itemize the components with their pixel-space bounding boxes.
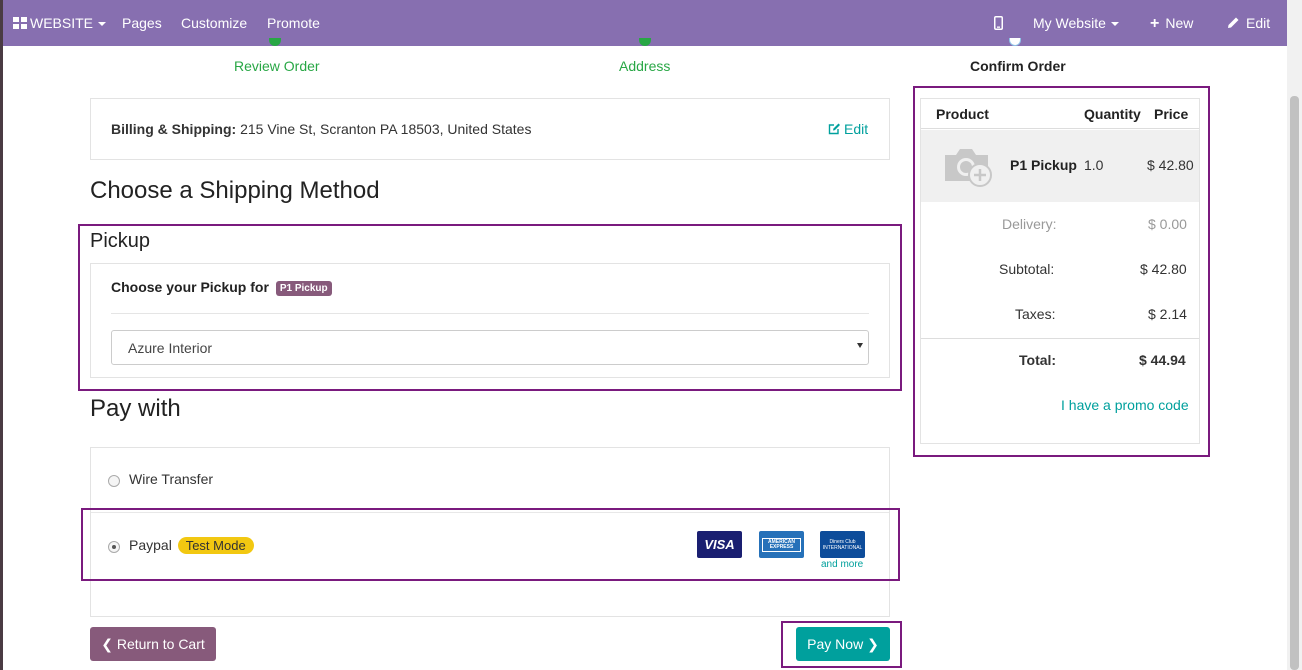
step-address[interactable]: Address <box>619 58 670 74</box>
edit-address-label: Edit <box>844 121 869 137</box>
menu-pages[interactable]: Pages <box>122 0 162 46</box>
subtotal-label: Subtotal: <box>999 261 1055 277</box>
pickup-title: Pickup <box>90 230 151 252</box>
product-badge: P1 Pickup <box>275 280 332 296</box>
diners-card-icon: Diners Club INTERNATIONAL <box>820 531 865 558</box>
edit-button[interactable]: Edit <box>1227 0 1270 46</box>
wire-transfer-radio[interactable] <box>108 475 120 487</box>
wire-transfer-label: Wire Transfer <box>129 471 214 487</box>
return-to-cart-button[interactable]: ❮ Return to Cart <box>90 627 216 661</box>
website-menu-label: WEBSITE <box>30 15 94 31</box>
step-review-order[interactable]: Review Order <box>234 58 320 74</box>
taxes-value: $ 2.14 <box>1148 306 1187 322</box>
header-quantity: Quantity <box>1084 106 1141 122</box>
delivery-value: $ 0.00 <box>1148 216 1187 232</box>
amex-card-icon: AMERICAN EXPRESS <box>759 531 804 558</box>
summary-header: Product Quantity Price <box>921 99 1199 129</box>
payment-option-wire[interactable]: Wire Transfer <box>91 448 889 513</box>
paypal-radio[interactable] <box>108 541 120 553</box>
checkout-page: WEBSITE Pages Customize Promote My Websi… <box>3 0 1287 670</box>
header-price: Price <box>1154 106 1189 122</box>
shipping-heading: Choose a Shipping Method <box>90 177 380 204</box>
pickup-location-value: Azure Interior <box>128 340 213 356</box>
chevron-right-icon: ❯ <box>867 636 879 652</box>
taxes-label: Taxes: <box>1015 306 1056 322</box>
edit-square-icon <box>828 123 840 135</box>
subtotal-value: $ 42.80 <box>1140 261 1187 277</box>
chevron-left-icon: ❮ <box>101 636 113 652</box>
vertical-scrollbar[interactable] <box>1287 0 1302 670</box>
plus-icon: + <box>1150 15 1160 32</box>
payment-heading: Pay with <box>90 395 181 422</box>
billing-shipping-box: Billing & Shipping: 215 Vine St, Scranto… <box>90 98 890 160</box>
pickup-choose-label: Choose your Pickup for P1 Pickup <box>111 279 332 296</box>
website-selector-label: My Website <box>1033 15 1106 31</box>
pay-now-button[interactable]: Pay Now ❯ <box>796 627 890 661</box>
step-confirm-order: Confirm Order <box>970 58 1066 74</box>
pickup-choose-text: Choose your Pickup for <box>111 279 269 295</box>
header-product: Product <box>936 106 989 122</box>
pay-now-label: Pay Now <box>807 636 864 652</box>
more-cards-label: and more <box>821 559 864 570</box>
visa-card-icon: VISA <box>697 531 742 558</box>
scrollbar-thumb[interactable] <box>1290 96 1299 670</box>
mobile-icon <box>994 16 1003 30</box>
line-quantity: 1.0 <box>1084 157 1104 173</box>
total-value: $ 44.94 <box>1139 352 1186 368</box>
promo-code-link[interactable]: I have a promo code <box>1061 397 1189 413</box>
line-product-name: P1 Pickup <box>1010 157 1077 173</box>
camera-add-icon <box>945 149 992 187</box>
line-price: $ 42.80 <box>1147 157 1194 173</box>
pencil-icon <box>1228 17 1239 28</box>
paypal-label-row: Paypal Test Mode <box>129 537 254 554</box>
test-mode-badge: Test Mode <box>177 537 254 554</box>
order-summary: Product Quantity Price P1 Pickup 1.0 $ 4… <box>920 98 1200 444</box>
billing-address-text: 215 Vine St, Scranton PA 18503, United S… <box>240 121 532 137</box>
mobile-preview-button[interactable] <box>994 0 1003 46</box>
chevron-down-icon <box>1110 22 1119 27</box>
pickup-box: Choose your Pickup for P1 Pickup Azure I… <box>90 263 890 378</box>
edit-label: Edit <box>1246 15 1271 31</box>
divider <box>111 313 869 314</box>
paypal-label: Paypal <box>129 537 172 553</box>
new-button[interactable]: + New <box>1150 0 1193 46</box>
new-label: New <box>1165 15 1194 31</box>
total-label: Total: <box>1019 352 1057 368</box>
summary-line-item: P1 Pickup 1.0 $ 42.80 <box>921 130 1199 202</box>
edit-address-link[interactable]: Edit <box>828 121 868 137</box>
return-to-cart-label: Return to Cart <box>116 636 205 652</box>
delivery-label: Delivery: <box>1002 216 1057 232</box>
menu-customize[interactable]: Customize <box>181 0 247 46</box>
billing-label: Billing & Shipping: <box>111 121 237 137</box>
website-selector[interactable]: My Website <box>1033 0 1119 46</box>
pickup-location-select[interactable]: Azure Interior <box>111 330 869 365</box>
website-menu[interactable]: WEBSITE <box>13 0 107 46</box>
apps-grid-icon <box>13 17 27 29</box>
billing-address: Billing & Shipping: 215 Vine St, Scranto… <box>111 121 531 137</box>
chevron-down-icon <box>98 22 107 27</box>
divider <box>921 338 1199 339</box>
select-caret-icon <box>857 343 863 348</box>
